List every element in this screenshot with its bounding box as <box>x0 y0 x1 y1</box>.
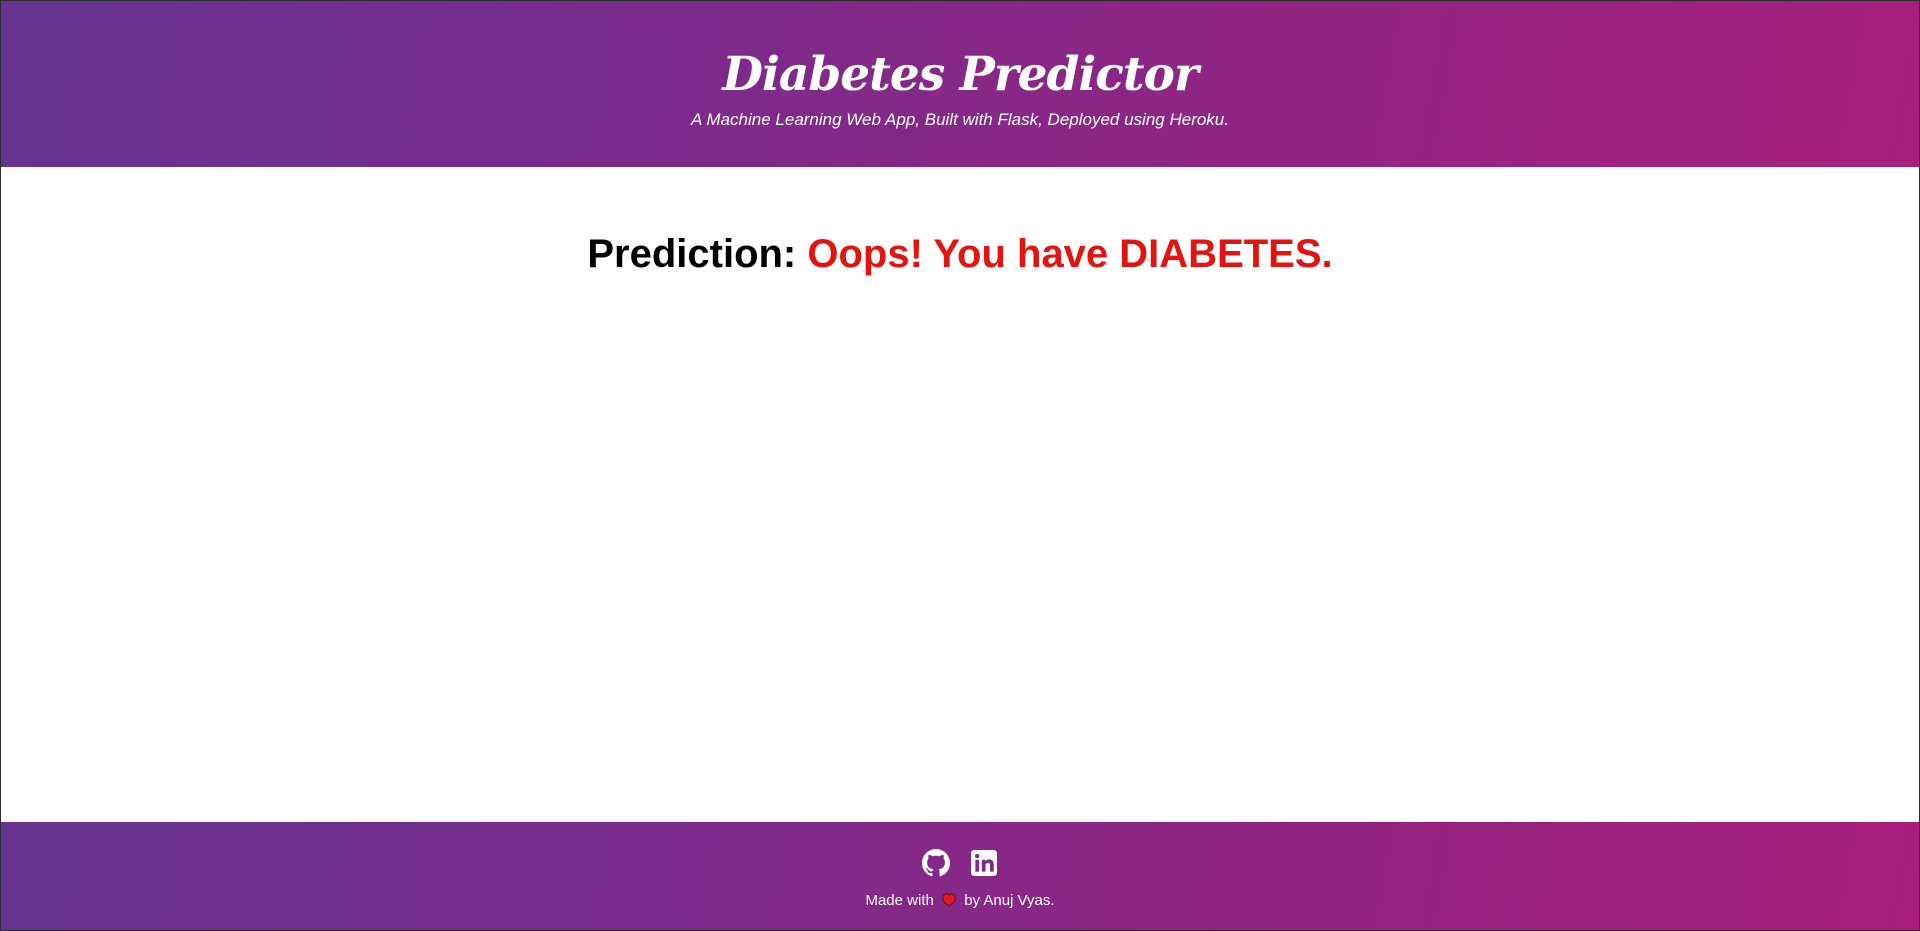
page: Diabetes Predictor A Machine Learning We… <box>0 0 1920 931</box>
social-links <box>1 849 1919 877</box>
page-subtitle: A Machine Learning Web App, Built with F… <box>691 110 1229 129</box>
main-content: Prediction: Oops! You have DIABETES. <box>1 167 1919 824</box>
linkedin-icon <box>971 850 997 876</box>
prediction-text: Prediction: Oops! You have DIABETES. <box>1 230 1919 278</box>
credit-prefix: Made with <box>865 892 934 909</box>
header-banner: Diabetes Predictor A Machine Learning We… <box>1 1 1919 167</box>
linkedin-link[interactable] <box>970 849 998 877</box>
github-icon <box>922 849 950 877</box>
github-link[interactable] <box>922 849 950 877</box>
credit-text: Made with by Anuj Vyas. <box>1 891 1919 911</box>
prediction-label: Prediction: <box>587 232 797 276</box>
heart-icon <box>942 893 956 907</box>
footer: Made with by Anuj Vyas. <box>1 822 1919 930</box>
prediction-result: Oops! You have DIABETES. <box>807 232 1333 276</box>
credit-suffix: by Anuj Vyas. <box>964 892 1055 909</box>
page-title: Diabetes Predictor <box>722 47 1198 102</box>
